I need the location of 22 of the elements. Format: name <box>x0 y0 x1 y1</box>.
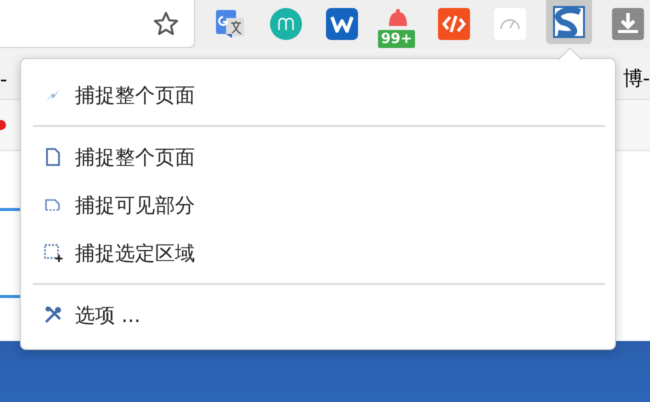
menu-item[interactable]: 捕捉整个页面 <box>21 133 615 181</box>
tools-icon <box>43 305 63 325</box>
page-marker <box>0 120 6 130</box>
code-slash-icon <box>438 8 470 40</box>
document-icon <box>43 147 63 167</box>
bell-icon <box>386 8 410 26</box>
menu-item[interactable]: 捕捉可见部分 <box>21 181 615 229</box>
menu-item[interactable]: 选项 ... <box>21 291 615 339</box>
notification-count: 99+ <box>378 30 416 48</box>
selected-extension-button[interactable] <box>546 0 592 44</box>
page-text: 博- <box>622 65 650 92</box>
download-icon <box>612 8 644 40</box>
gauge-icon <box>494 8 526 40</box>
menu-item[interactable]: 捕捉整个页面 <box>21 71 615 119</box>
selection-icon <box>43 243 63 263</box>
star-icon[interactable] <box>152 10 180 38</box>
menu-item[interactable]: 捕捉选定区域 <box>21 229 615 277</box>
page-text: - <box>0 66 8 90</box>
letter-s-icon <box>553 6 585 38</box>
translate-icon <box>214 8 246 40</box>
letter-w-icon <box>326 8 358 40</box>
letter-m-icon <box>270 8 302 40</box>
